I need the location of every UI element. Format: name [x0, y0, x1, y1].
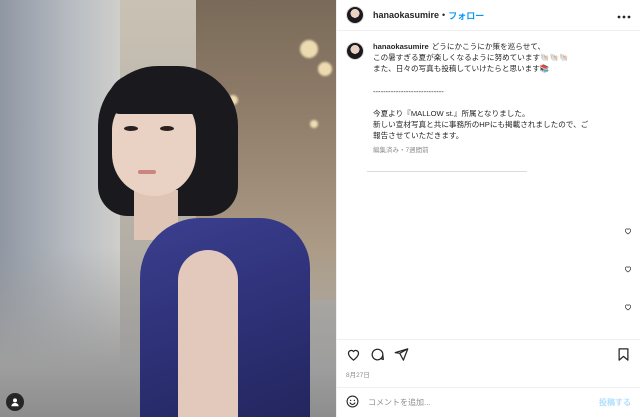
user-tag-icon[interactable] — [6, 393, 24, 411]
comment-input[interactable]: コメントを追加... — [368, 397, 599, 408]
caption-line: ---------------------------- — [373, 86, 444, 96]
post-photo[interactable] — [0, 0, 336, 417]
caption-row: hanaokasumire どうにかこうにか策を巡らせて、 この暑すぎる夏が楽しく… — [346, 41, 631, 154]
caption-line: 報告させていただきます。 — [373, 131, 464, 141]
comment-like-icon[interactable] — [624, 303, 632, 313]
post-date[interactable]: 8月27日 — [337, 369, 640, 387]
caption-line: 新しい宣材写真と共に事務所のHPにも掲載されましたので、ご — [373, 120, 589, 130]
paper-plane-icon[interactable] — [394, 347, 409, 362]
bookmark-icon[interactable] — [616, 347, 631, 362]
avatar[interactable] — [346, 42, 364, 60]
subject-arm — [178, 250, 238, 417]
follow-button[interactable]: フォロー — [448, 9, 484, 22]
more-options-icon[interactable] — [617, 8, 631, 22]
header-separator: • — [442, 10, 446, 20]
caption-line: また、日々の写真も投稿していけたらと思います📚 — [373, 64, 550, 74]
bokeh-light — [300, 40, 318, 58]
post-header: hanaokasumire • フォロー — [337, 0, 640, 31]
subject-bangs — [108, 74, 204, 114]
bokeh-light — [318, 62, 332, 76]
caption-line: この暑すぎる夏が楽しくなるように努めています🐚🐚🐚 — [373, 53, 569, 63]
subject-eye-right — [160, 126, 174, 131]
caption-text: hanaokasumire どうにかこうにか策を巡らせて、 この暑すぎる夏が楽しく… — [373, 41, 623, 141]
comment-like-icon[interactable] — [624, 227, 632, 237]
comment-composer: コメントを追加... 投稿する — [337, 387, 640, 417]
avatar[interactable] — [346, 6, 364, 24]
caption-line: どうにかこうにか策を巡らせて、 — [431, 42, 546, 51]
bokeh-light — [310, 120, 318, 128]
comment-icon[interactable] — [370, 347, 385, 362]
post-sidebar: hanaokasumire • フォロー hanaokasumire どうにかこう… — [336, 0, 640, 417]
post-comment-button[interactable]: 投稿する — [599, 397, 631, 408]
caption-username[interactable]: hanaokasumire — [373, 42, 429, 51]
smiley-icon[interactable] — [346, 395, 359, 411]
caption-meta: 編集済み・7週間前 — [373, 147, 429, 155]
instagram-post: hanaokasumire • フォロー hanaokasumire どうにかこう… — [0, 0, 640, 417]
subject-eye-left — [124, 126, 138, 131]
comments-area: hanaokasumire どうにかこうにか策を巡らせて、 この暑すぎる夏が楽しく… — [337, 31, 640, 339]
comment-placeholder — [367, 171, 527, 172]
header-username[interactable]: hanaokasumire — [373, 10, 439, 20]
comment-like-icon[interactable] — [624, 265, 632, 275]
heart-icon[interactable] — [346, 347, 361, 362]
caption-line: 今夏より『MALLOW st.』所属となりました。 — [373, 108, 530, 118]
subject-mouth — [138, 170, 156, 174]
action-bar — [337, 339, 640, 369]
